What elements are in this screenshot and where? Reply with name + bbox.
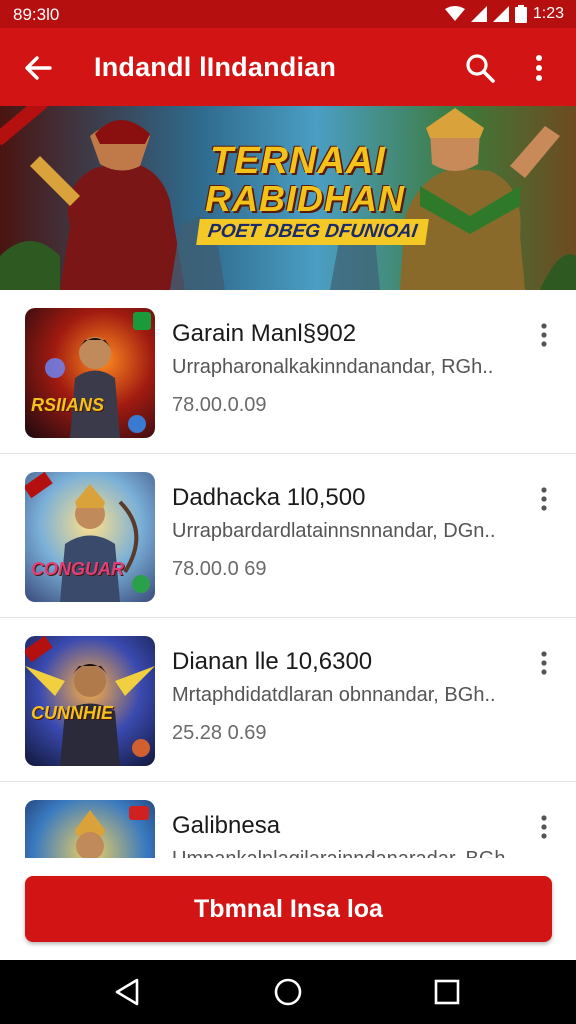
item-price: 78.00.0 69 [172,558,267,580]
item-title: Dianan lle 10,6300 [172,648,373,675]
primary-action-button[interactable]: Tbmnal Insa loa [25,876,552,942]
status-bar: 89:3l0 1:23 [0,0,576,28]
status-icons: 1:23 [444,5,564,23]
game-thumbnail[interactable]: CUNNHIE [25,636,155,766]
thumbnail-art [25,472,150,602]
thumbnail-art [25,636,155,766]
promo-banner[interactable]: TERNAAI RABIDHAN POET DBEG DFUNIOAI [0,106,576,290]
game-thumbnail[interactable] [25,800,155,858]
more-vert-icon[interactable] [532,320,556,350]
thumbnail-label: RSIIANS [31,395,105,415]
thumbnail-label: CUNNHIE [31,703,114,723]
thumbnail-label: CONGUAR [31,559,124,579]
battery-icon [514,5,527,23]
item-description: Urrapharonalkakinndanandar, RGh.. [172,356,494,378]
item-description: Mrtaphdidatdlaran obnnandar, BGh.. [172,684,496,706]
more-vert-icon[interactable] [532,648,556,678]
status-time: 89:3l0 [13,5,60,24]
wifi-icon [444,6,465,21]
search-icon[interactable] [462,50,498,86]
page-title: Indandl lIndandian [94,52,337,82]
arrow-left-icon[interactable] [20,50,56,86]
status-clock: 1:23 [532,5,564,22]
game-thumbnail[interactable]: CONGUAR [25,472,155,602]
game-thumbnail[interactable]: RSIIANS [25,308,155,438]
system-nav-bar [0,960,576,1024]
item-description: Umpankalnlagilarainndanaradar, BGh.. [172,848,517,858]
more-vert-icon[interactable] [524,50,554,86]
list-item[interactable]: CUNNHIE Dianan lle 10,6300 Mrtaphdidatdl… [0,618,576,782]
nav-back-icon[interactable] [113,977,143,1007]
app-bar: Indandl lIndandian [0,28,576,106]
item-title: Galibnesa [172,812,281,839]
cta-container: Tbmnal Insa loa [0,858,576,960]
signal-icon-2 [492,6,509,22]
list-item[interactable]: RSIIANS Garain Manl§902 Urrapharonalkaki… [0,290,576,454]
thumbnail-art [45,312,151,438]
item-title: Garain Manl§902 [172,320,357,347]
game-list: RSIIANS Garain Manl§902 Urrapharonalkaki… [0,290,576,858]
item-title: Dadhacka 1l0,500 [172,484,366,511]
nav-recents-icon[interactable] [432,977,462,1007]
banner-subtitle: POET DBEG DFUNIOAI [196,219,429,245]
banner-title-line2: RABIDHAN [205,178,405,219]
signal-icon [470,6,487,22]
nav-home-icon[interactable] [273,977,303,1007]
item-description: Urrapbardardlatainnsnnandar, DGn.. [172,520,496,542]
banner-title-line1: TERNAAI [210,140,386,182]
item-price: 78.00.0.09 [172,394,267,416]
item-price: 25.28 0.69 [172,722,267,744]
thumbnail-art [75,806,149,858]
list-item[interactable]: CONGUAR Dadhacka 1l0,500 Urrapbardardlat… [0,454,576,618]
more-vert-icon[interactable] [532,484,556,514]
more-vert-icon[interactable] [532,812,556,842]
list-item[interactable]: Galibnesa Umpankalnlagilarainndanaradar,… [0,782,576,858]
